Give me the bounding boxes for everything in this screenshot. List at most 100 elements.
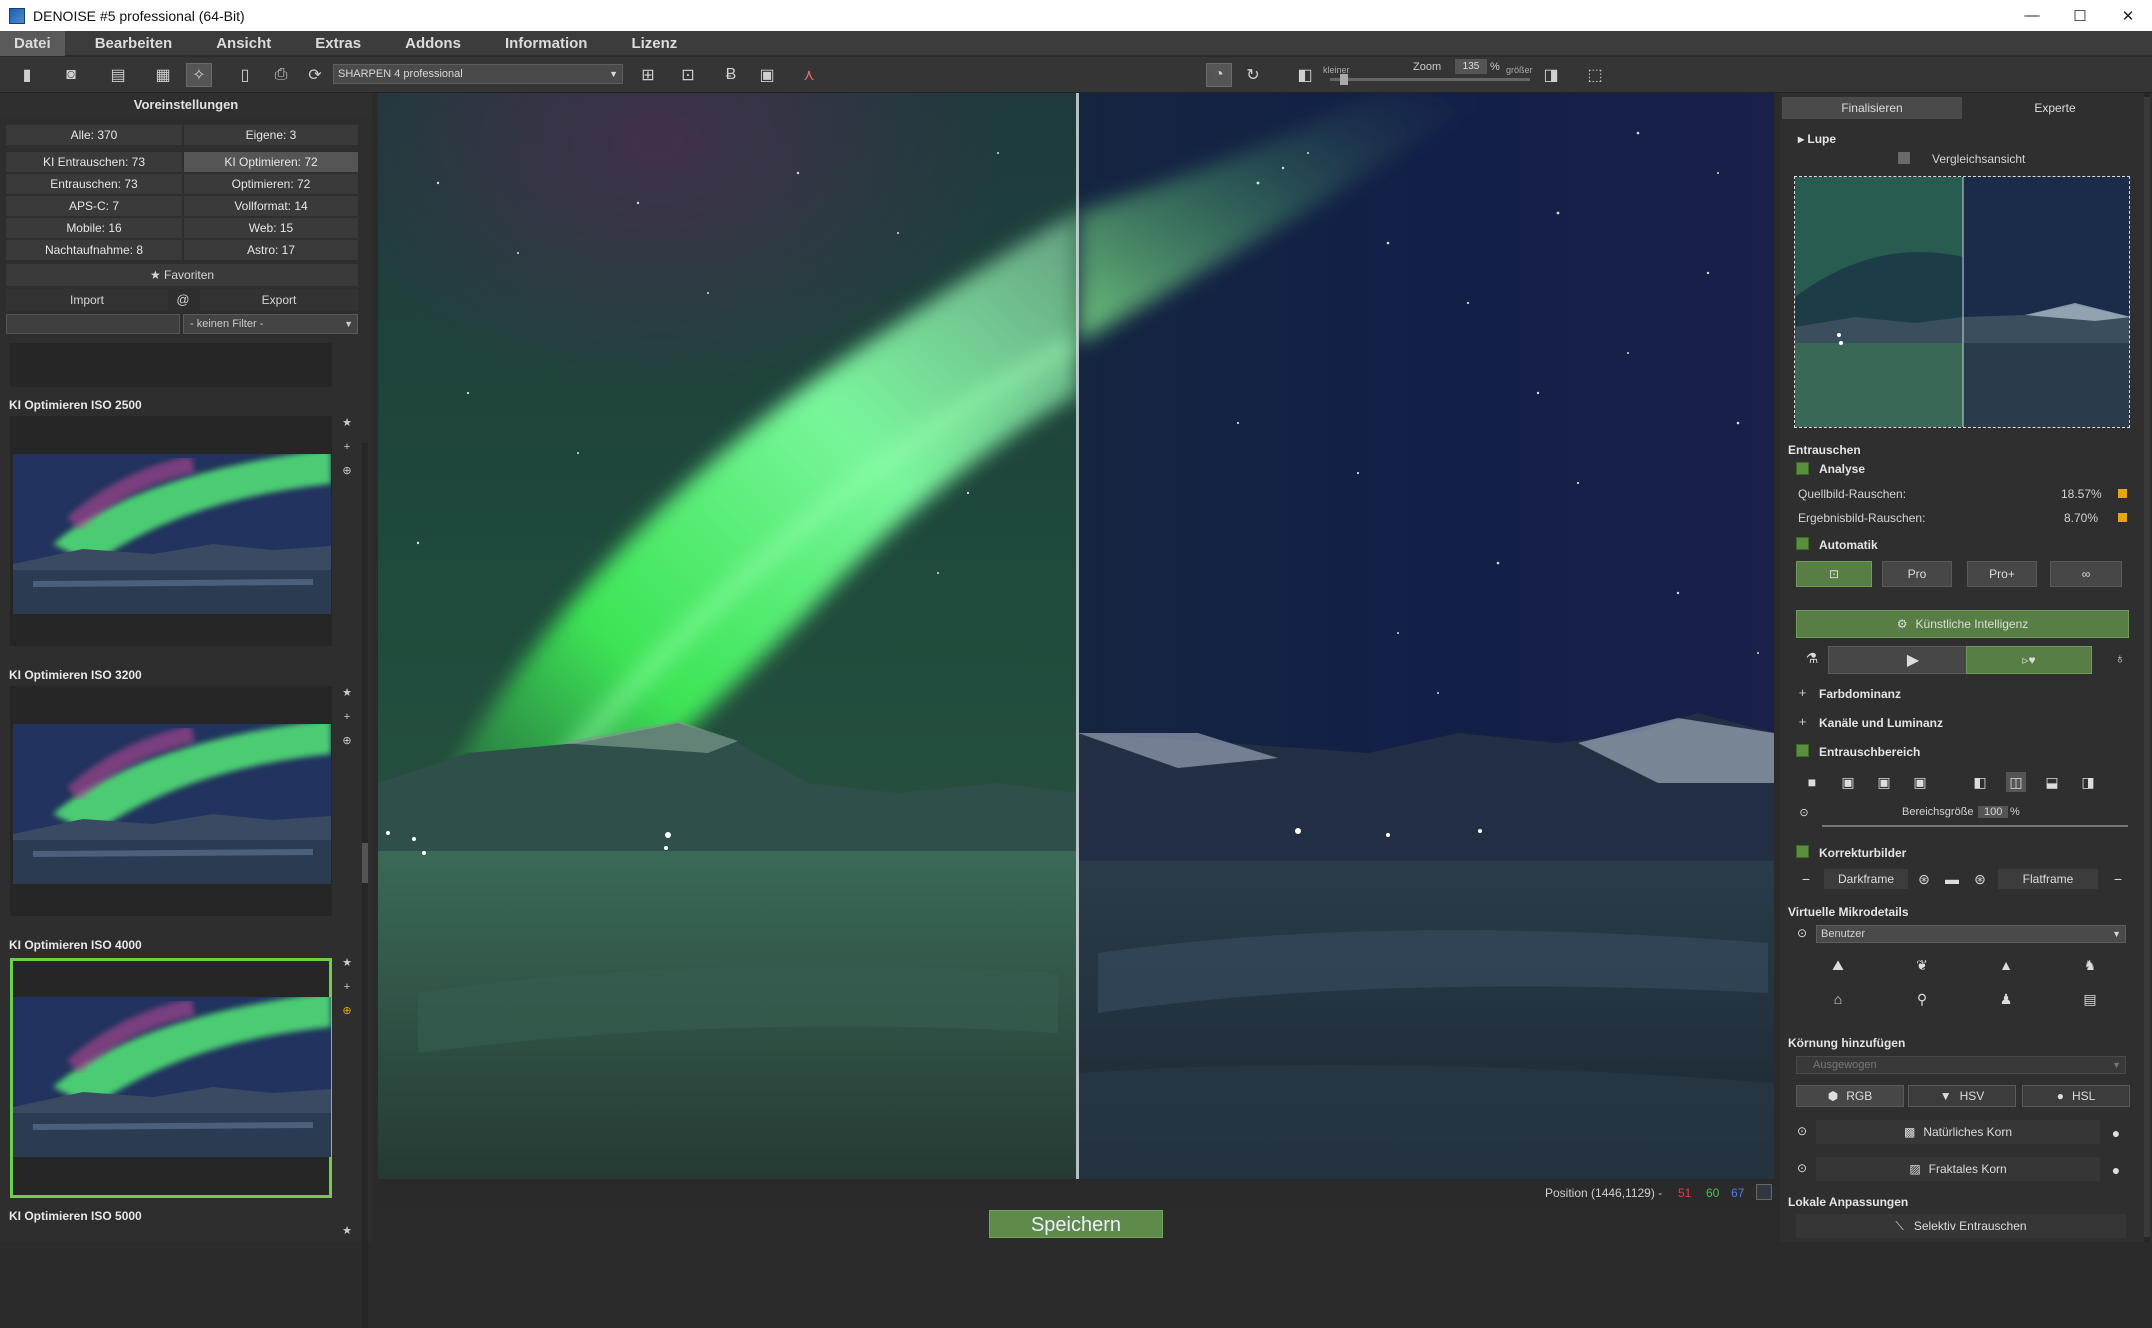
kanaele-label[interactable]: Kanäle und Luminanz: [1819, 716, 1943, 730]
open-file-icon[interactable]: ◙: [58, 63, 84, 87]
zoom-out-icon[interactable]: ◧: [1292, 63, 1318, 87]
menu-datei[interactable]: Datei: [0, 30, 65, 56]
menu-addons[interactable]: Addons: [391, 31, 475, 56]
filter-optimize[interactable]: Optimieren: 72: [184, 174, 358, 194]
preset-side-icons[interactable]: ★ + ⊕: [340, 411, 354, 483]
filter-denoise[interactable]: Entrauschen: 73: [6, 174, 182, 194]
kanaele-expand-icon[interactable]: +: [1796, 715, 1809, 729]
preset-thumbnail-selected[interactable]: [10, 958, 332, 1198]
auto-mode-pro-button[interactable]: Pro: [1882, 561, 1952, 587]
natural-grain-button[interactable]: ▩ Natürliches Korn: [1816, 1120, 2100, 1144]
rgb-button[interactable]: ⬢ RGB: [1796, 1085, 1904, 1107]
filter-select[interactable]: - keinen Filter - ▼: [183, 314, 358, 334]
mikrodetails-reset-icon[interactable]: ⊙: [1794, 925, 1810, 941]
auto-mode-proplus-button[interactable]: Pro+: [1967, 561, 2037, 587]
landscape-icon[interactable]: ⛰: [1828, 955, 1848, 975]
entrauschbereich-checkbox[interactable]: [1796, 744, 1809, 757]
menu-bearbeiten[interactable]: Bearbeiten: [81, 31, 187, 56]
fractal-grain-reset-icon[interactable]: ⊙: [1794, 1160, 1810, 1176]
tools-icon[interactable]: ✧: [186, 63, 212, 87]
import-button[interactable]: Import: [6, 289, 168, 311]
bereichsgroesse-value[interactable]: 100: [1978, 806, 2009, 818]
koernung-select[interactable]: Ausgewogen ▼: [1796, 1056, 2126, 1074]
area-half-icon[interactable]: ◫: [2006, 772, 2026, 792]
raw-icon[interactable]: ▦: [150, 63, 176, 87]
at-button[interactable]: @: [168, 289, 198, 311]
natural-grain-toggle-icon[interactable]: ●: [2106, 1123, 2126, 1143]
selektiv-button[interactable]: ⟍ Selektiv Entrauschen: [1796, 1214, 2126, 1238]
area-right-icon[interactable]: ◨: [2078, 772, 2098, 792]
crop-icon[interactable]: ⬚: [1582, 63, 1608, 87]
menu-lizenz[interactable]: Lizenz: [617, 31, 691, 56]
fit-icon[interactable]: ⊡: [675, 63, 701, 87]
histogram-icon[interactable]: ⋏: [796, 63, 822, 87]
save-icon[interactable]: ▯: [232, 63, 258, 87]
print-icon[interactable]: ⎙: [268, 63, 294, 87]
lab-icon[interactable]: ♁: [2110, 648, 2130, 668]
flask-icon[interactable]: ⚗: [1802, 648, 1822, 668]
farbdominanz-label[interactable]: Farbdominanz: [1819, 687, 1901, 701]
save-button[interactable]: Speichern: [989, 1210, 1163, 1238]
preset-thumbnail[interactable]: [10, 686, 332, 916]
open-batch-icon[interactable]: ▤: [105, 63, 131, 87]
area-top-icon[interactable]: ⬓: [2042, 772, 2062, 792]
compare-icon[interactable]: ▣: [754, 63, 780, 87]
pin-icon[interactable]: ⚲: [1912, 989, 1932, 1009]
flatframe-minus-icon[interactable]: −: [2108, 869, 2128, 889]
darkframe-minus-icon[interactable]: −: [1796, 869, 1816, 889]
maximize-button[interactable]: ☐: [2056, 0, 2104, 31]
preset-search-input[interactable]: [6, 314, 180, 334]
filter-astro[interactable]: Astro: 17: [184, 240, 358, 260]
split-divider[interactable]: [1076, 93, 1079, 1179]
new-file-icon[interactable]: ▮: [14, 63, 40, 87]
mountain-icon[interactable]: ▲: [1996, 955, 2016, 975]
zoom-slider-knob[interactable]: [1340, 74, 1348, 85]
animal-icon[interactable]: ♞: [2080, 955, 2100, 975]
filter-own[interactable]: Eigene: 3: [184, 125, 358, 145]
ki-play-button[interactable]: ▹♥: [1966, 646, 2092, 674]
filter-apsc[interactable]: APS-C: 7: [6, 196, 182, 216]
reset-view-icon[interactable]: ◔: [1206, 63, 1232, 87]
filter-fullframe[interactable]: Vollformat: 14: [184, 196, 358, 216]
document-icon[interactable]: ▤: [2080, 989, 2100, 1009]
export-button[interactable]: Export: [200, 289, 358, 311]
plant-icon[interactable]: ❦: [1912, 955, 1932, 975]
person-icon[interactable]: ♟: [1996, 989, 2016, 1009]
export-b-icon[interactable]: Ƀ: [718, 63, 744, 87]
settings-scrollbar[interactable]: [2144, 93, 2150, 1242]
preset-select[interactable]: SHARPEN 4 professional ▼: [333, 64, 623, 84]
reset-area-icon[interactable]: ⊙: [1796, 804, 1812, 820]
darkframe-load-icon[interactable]: ⊛: [1914, 869, 1934, 889]
hsv-button[interactable]: ▼ HSV: [1908, 1085, 2016, 1107]
preset-thumb-partial[interactable]: [10, 343, 332, 387]
flatframe-button[interactable]: Flatframe: [1998, 869, 2098, 889]
menu-extras[interactable]: Extras: [301, 31, 375, 56]
presets-scrollbar[interactable]: [362, 443, 368, 1328]
analyse-checkbox[interactable]: [1796, 462, 1809, 475]
tab-finalisieren[interactable]: Finalisieren: [1782, 97, 1962, 119]
minimize-button[interactable]: —: [2008, 0, 2056, 31]
tab-experte[interactable]: Experte: [1966, 97, 2144, 119]
filter-ki-denoise[interactable]: KI Entrauschen: 73: [6, 152, 182, 172]
magnifier-preview[interactable]: [1794, 176, 2130, 428]
farbdominanz-expand-icon[interactable]: +: [1796, 686, 1809, 700]
area-left-icon[interactable]: ◧: [1970, 772, 1990, 792]
filter-mobile[interactable]: Mobile: 16: [6, 218, 182, 238]
menu-information[interactable]: Information: [491, 31, 602, 56]
auto-mode-infinity-button[interactable]: ∞: [2050, 561, 2122, 587]
zoom-in-icon[interactable]: ◨: [1538, 63, 1564, 87]
folder-icon[interactable]: ▬: [1942, 869, 1962, 889]
filter-night[interactable]: Nachtaufnahme: 8: [6, 240, 182, 260]
zoom-slider[interactable]: [1330, 74, 1530, 85]
compare-checkbox[interactable]: [1898, 152, 1910, 164]
filter-all[interactable]: Alle: 370: [6, 125, 182, 145]
flatframe-load-icon[interactable]: ⊛: [1970, 869, 1990, 889]
image-viewer[interactable]: [378, 93, 1774, 1179]
korrekturbilder-checkbox[interactable]: [1796, 845, 1809, 858]
menu-ansicht[interactable]: Ansicht: [202, 31, 285, 56]
bereichsgroesse-slider[interactable]: [1822, 825, 2128, 827]
preset-side-icons[interactable]: ★: [340, 1219, 354, 1243]
ki-button[interactable]: ⚙ Künstliche Intelligenz: [1796, 610, 2129, 638]
favorites-button[interactable]: ★ Favoriten: [6, 264, 358, 286]
hsl-button[interactable]: ● HSL: [2022, 1085, 2130, 1107]
